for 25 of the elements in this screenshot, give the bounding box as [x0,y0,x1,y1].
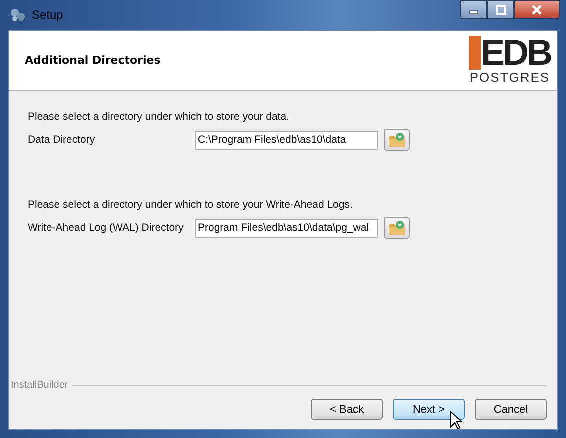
instruction-text: Please select a directory under which to store your Write-Ahead Logs. [28,199,354,211]
installer-brand: InstallBuilder [11,380,68,391]
folder-icon [388,220,406,236]
directory-field[interactable]: Program Files\edb\as10\data\pg_wal [195,218,378,238]
maximize-button[interactable] [487,0,514,19]
cursor-icon [450,411,464,431]
wizard-button[interactable]: Cancel [475,399,547,420]
browse-button[interactable] [384,217,410,239]
close-button[interactable] [514,0,560,19]
directory-field[interactable]: C:\Program Files\edb\as10\data [195,130,378,150]
wizard-button[interactable]: < Back [311,399,383,420]
window-title: Setup [32,8,64,22]
field-label: Data Directory [28,134,96,146]
logo-subtitle: POSTGRES [470,70,550,85]
browse-button[interactable] [384,129,410,151]
page-title: Additional Directories [25,54,161,67]
logo-wordmark: EDB [468,36,551,70]
close-icon [531,4,543,14]
folder-icon [388,132,406,148]
app-icon [10,7,26,23]
minimize-button[interactable] [460,0,487,19]
maximize-icon [496,4,506,14]
instruction-text: Please select a directory under which to store your data. [28,111,290,123]
field-label: Write-Ahead Log (WAL) Directory [28,222,185,234]
wizard-button[interactable]: Next > [393,399,465,420]
